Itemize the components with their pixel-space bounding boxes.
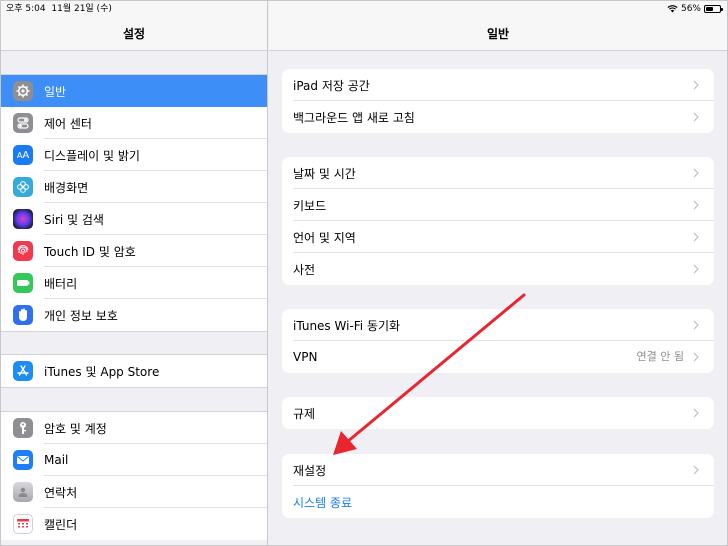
- row-label: 언어 및 지역: [293, 230, 356, 245]
- sidebar-item-label: 제어 센터: [44, 116, 92, 131]
- row-language-region[interactable]: 언어 및 지역: [282, 221, 714, 253]
- row-regulatory[interactable]: 규제: [282, 397, 714, 429]
- sidebar-item-touch-id-passcode[interactable]: Touch ID 및 암호: [1, 235, 267, 267]
- text-size-icon: AA: [13, 145, 33, 165]
- chevron-right-icon: [693, 465, 699, 475]
- row-label: 재설정: [293, 463, 327, 478]
- shut-down-button[interactable]: 시스템 종료: [282, 486, 714, 518]
- row-label: iPad 저장 공간: [293, 78, 370, 93]
- sidebar-item-wallpaper[interactable]: 배경화면: [1, 171, 267, 203]
- row-label: 백그라운드 앱 새로 고침: [293, 110, 415, 125]
- sidebar-item-label: 캘린더: [44, 517, 78, 532]
- sidebar-item-label: Touch ID 및 암호: [44, 244, 136, 259]
- sidebar-item-battery[interactable]: 배터리: [1, 267, 267, 299]
- row-label: 날짜 및 시간: [293, 166, 356, 181]
- main-group-sync-vpn: iTunes Wi-Fi 동기화 VPN 연결 안 됨: [282, 309, 714, 373]
- fingerprint-icon: [13, 241, 33, 261]
- row-dictionary[interactable]: 사전: [282, 253, 714, 285]
- page-title: 일반: [486, 27, 510, 41]
- sidebar-group-2: iTunes 및 App Store: [1, 354, 267, 388]
- sidebar-item-label: iTunes 및 App Store: [44, 364, 160, 379]
- toggle-icon: [13, 113, 33, 133]
- row-itunes-wifi-sync[interactable]: iTunes Wi-Fi 동기화: [282, 309, 714, 341]
- row-label: 시스템 종료: [293, 495, 353, 510]
- sidebar-item-display-brightness[interactable]: AA 디스플레이 및 밝기: [1, 139, 267, 171]
- vpn-status: 연결 안 됨: [636, 350, 684, 363]
- chevron-right-icon: [693, 232, 699, 242]
- chevron-right-icon: [693, 112, 699, 122]
- row-label: VPN: [293, 350, 318, 364]
- sidebar-item-label: 배경화면: [44, 180, 89, 195]
- row-keyboard[interactable]: 키보드: [282, 189, 714, 221]
- flower-icon: [13, 177, 33, 197]
- sidebar-item-control-center[interactable]: 제어 센터: [1, 107, 267, 139]
- main-group-regulatory: 규제: [282, 397, 714, 429]
- row-label: 규제: [293, 406, 316, 421]
- row-label: 사전: [293, 262, 316, 277]
- row-vpn[interactable]: VPN 연결 안 됨: [282, 341, 714, 373]
- row-label: iTunes Wi-Fi 동기화: [293, 318, 401, 333]
- row-reset[interactable]: 재설정: [282, 454, 714, 486]
- battery-icon: [13, 273, 33, 293]
- sidebar-item-mail[interactable]: Mail: [1, 444, 267, 476]
- mail-icon: [13, 450, 33, 470]
- sidebar-item-privacy[interactable]: 개인 정보 보호: [1, 299, 267, 331]
- sidebar-title: 설정: [122, 27, 146, 41]
- sidebar-group-1: 일반 제어 센터 AA 디스플레이 및 밝기 배경화면 Siri 및 검색 To…: [1, 74, 267, 332]
- sidebar-item-siri-search[interactable]: Siri 및 검색: [1, 203, 267, 235]
- chevron-right-icon: [693, 80, 699, 90]
- sidebar: 설정 일반 제어 센터 AA 디스플레이 및 밝기 배경화면 Siri 및 검색…: [1, 1, 268, 545]
- sidebar-item-label: 배터리: [44, 276, 78, 291]
- chevron-right-icon: [693, 408, 699, 418]
- chevron-right-icon: [693, 168, 699, 178]
- chevron-right-icon: [693, 352, 699, 362]
- row-label: 키보드: [293, 198, 327, 213]
- main-group-datetime: 날짜 및 시간 키보드 언어 및 지역 사전: [282, 157, 714, 285]
- sidebar-item-contacts[interactable]: 연락처: [1, 476, 267, 508]
- main-group-reset: 재설정 시스템 종료: [282, 454, 714, 518]
- calendar-icon: [13, 514, 33, 534]
- row-date-time[interactable]: 날짜 및 시간: [282, 157, 714, 189]
- status-right: 56%: [667, 1, 723, 17]
- sidebar-item-general[interactable]: 일반: [1, 75, 267, 107]
- gear-icon: [13, 81, 33, 101]
- wifi-icon: [667, 5, 678, 13]
- general-panel: 일반 iPad 저장 공간 백그라운드 앱 새로 고침 날짜 및 시간 키보드: [269, 1, 727, 545]
- battery-icon: [704, 5, 723, 13]
- contacts-icon: [13, 482, 33, 502]
- hand-icon: [13, 305, 33, 325]
- sidebar-item-label: 디스플레이 및 밝기: [44, 148, 140, 163]
- sidebar-item-calendar[interactable]: 캘린더: [1, 508, 267, 540]
- row-ipad-storage[interactable]: iPad 저장 공간: [282, 69, 714, 101]
- sidebar-item-label: 연락처: [44, 485, 78, 500]
- key-icon: [13, 418, 33, 438]
- main-group-storage: iPad 저장 공간 백그라운드 앱 새로 고침: [282, 69, 714, 133]
- battery-percent: 56%: [680, 4, 701, 14]
- chevron-right-icon: [693, 264, 699, 274]
- chevron-right-icon: [693, 320, 699, 330]
- sidebar-item-label: Siri 및 검색: [44, 212, 104, 227]
- sidebar-item-itunes-app-store[interactable]: iTunes 및 App Store: [1, 355, 267, 387]
- sidebar-item-label: 개인 정보 보호: [44, 308, 118, 323]
- chevron-right-icon: [693, 200, 699, 210]
- status-time: 오후 5:04 11월 21일 (수): [6, 4, 112, 14]
- siri-icon: [13, 209, 33, 229]
- sidebar-item-passwords-accounts[interactable]: 암호 및 계정: [1, 412, 267, 444]
- sidebar-group-3: 암호 및 계정 Mail 연락처 캘린더: [1, 411, 267, 540]
- settings-window: 설정 일반 제어 센터 AA 디스플레이 및 밝기 배경화면 Siri 및 검색…: [0, 0, 728, 546]
- sidebar-item-label: 일반: [44, 84, 67, 99]
- sidebar-item-label: 암호 및 계정: [44, 421, 107, 436]
- sidebar-item-label: Mail: [44, 453, 69, 467]
- row-background-app-refresh[interactable]: 백그라운드 앱 새로 고침: [282, 101, 714, 133]
- app-store-icon: [13, 361, 33, 381]
- status-bar: 오후 5:04 11월 21일 (수) 56%: [1, 1, 727, 17]
